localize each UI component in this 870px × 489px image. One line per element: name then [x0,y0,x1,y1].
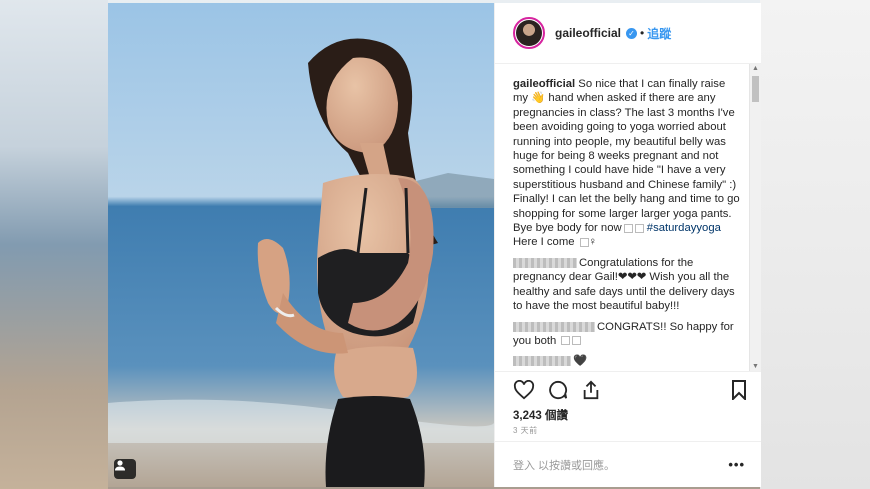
caption-emoji: 👋 [531,92,546,105]
blurred-username [513,257,577,268]
list-item: CONGRATS!! So happy for you both [513,320,743,349]
blurred-background-right [760,0,870,489]
post-sidebar: gaileofficial ✓ • 追蹤 gaileofficial So ni… [494,3,761,487]
caption-text-3: Here I come [513,236,575,249]
action-bar [495,371,761,407]
scroll-down-icon[interactable]: ▼ [752,363,759,370]
post-header: gaileofficial ✓ • 追蹤 [495,3,761,64]
like-count[interactable]: 3,243 個讚 [495,407,761,425]
header-separator: • [640,26,645,40]
login-to-comment-text[interactable]: 登入 以按讚或回應。 [513,457,615,473]
list-item: Congratulations for the pregnancy dear G… [513,256,743,314]
user-tag-icon [115,460,125,471]
verified-badge-icon: ✓ [626,27,638,39]
like-button[interactable] [513,379,535,400]
more-options-button[interactable]: ••• [728,457,745,472]
scrollbar-thumb[interactable] [752,76,759,102]
comment-button[interactable] [547,380,569,400]
comments-scrollbar[interactable]: ▲ ▼ [749,64,761,371]
blurred-username [513,356,571,367]
follow-button[interactable]: 追蹤 [647,25,671,42]
emoji-placeholder-icon [572,336,582,346]
photo-illustration [108,3,494,487]
avatar[interactable] [513,17,545,49]
caption-end-emoji: ♀ [588,236,598,249]
caption-text-2: hand when asked if there are any pregnan… [513,92,740,235]
username-link[interactable]: gaileofficial [555,26,621,40]
emoji-placeholder-icon [623,223,633,233]
emoji-placeholder-icon [634,223,644,233]
list-item: 🖤 [513,354,743,368]
share-icon [583,380,599,399]
bookmark-icon [732,379,746,400]
user-tag-button[interactable] [114,459,136,479]
post-photo[interactable] [108,3,494,487]
emoji-placeholder-icon [579,237,589,247]
comment-icon [549,380,568,399]
caption: gaileofficial So nice that I can finally… [513,77,743,250]
comment-text: 🖤 [573,355,588,368]
share-button[interactable] [581,380,601,400]
hashtag-link[interactable]: #saturdayyoga [647,222,721,234]
comment-list: gaileofficial So nice that I can finally… [495,64,761,371]
add-comment-section: 登入 以按讚或回應。 ••• [495,441,761,487]
save-button[interactable] [731,379,747,400]
blurred-username [513,321,595,332]
heart-icon [513,379,535,399]
scroll-up-icon[interactable]: ▲ [752,65,759,72]
post-modal: gaileofficial ✓ • 追蹤 gaileofficial So ni… [108,3,761,487]
post-timestamp[interactable]: 3 天前 [495,425,761,439]
caption-username[interactable]: gaileofficial [513,78,575,90]
emoji-placeholder-icon [561,336,571,346]
blurred-background-left [0,0,108,489]
